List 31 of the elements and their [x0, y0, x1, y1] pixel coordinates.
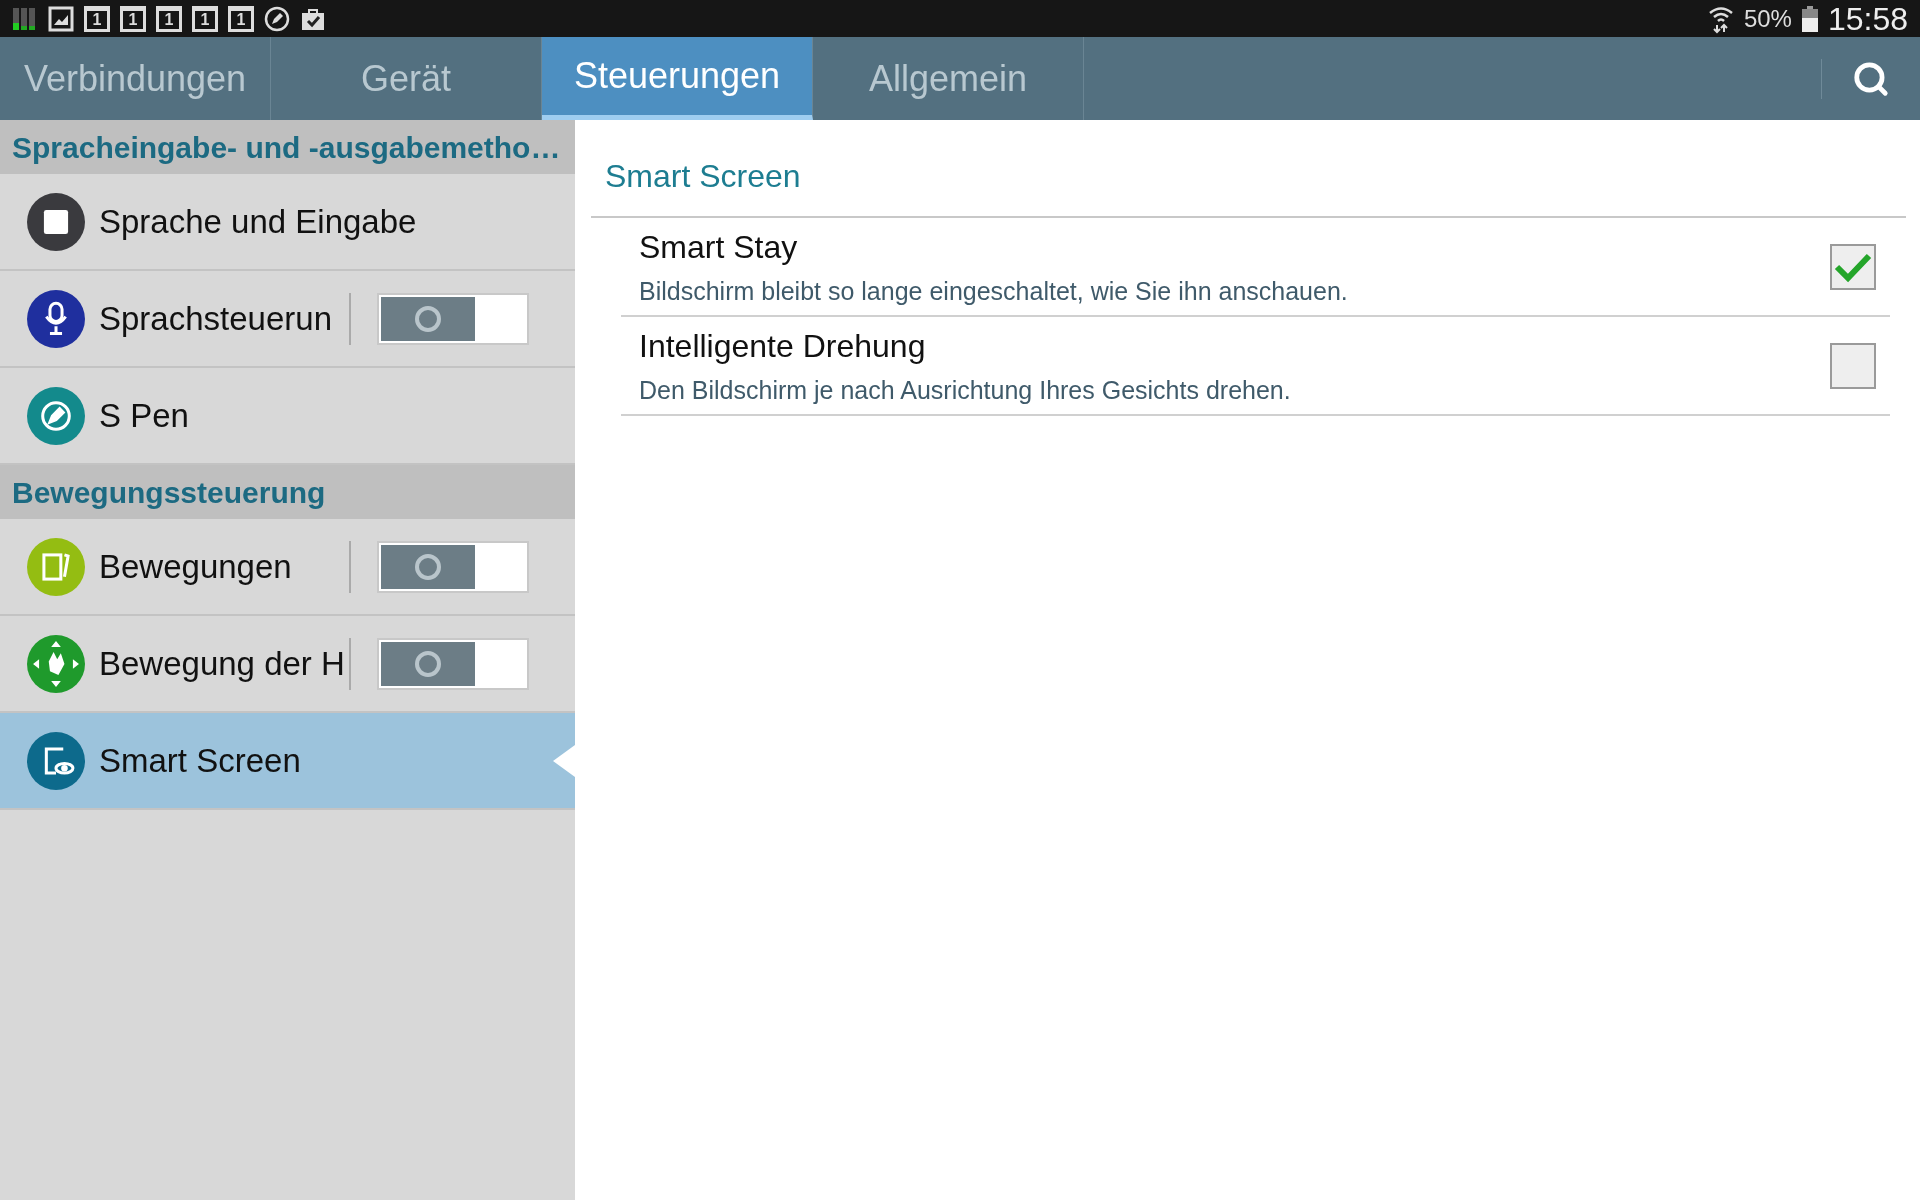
toggle-switch[interactable] [377, 637, 529, 690]
section-header: Bewegungssteuerung [0, 465, 575, 519]
calendar-icon: 1 [228, 5, 254, 32]
sidebar-item-label: Sprache und Eingabe [99, 201, 418, 242]
sidebar-item-label: Bewegungen [99, 546, 293, 587]
toggle-switch[interactable] [377, 540, 529, 593]
sidebar-item-label: Sprachsteuerun [99, 298, 333, 339]
picture-icon [48, 5, 74, 32]
checkbox[interactable] [1830, 243, 1876, 290]
section-header: Spracheingabe- und -ausgabemetho… [0, 120, 575, 174]
battery-icon [1801, 5, 1818, 32]
battery-percentage: 50% [1743, 3, 1792, 34]
sidebar-item-label: S Pen [99, 395, 190, 436]
option-title: Smart Stay [639, 227, 799, 267]
sidebar-item-label: Smart Screen [99, 740, 302, 781]
option-description: Bildschirm bleibt so lange eingeschaltet, wie Sie ihn anschauen. [639, 275, 1349, 307]
sidebar-item[interactable]: Smart Screen [0, 713, 575, 810]
option-title: Intelligente Drehung [639, 326, 927, 366]
search-icon [1852, 59, 1890, 98]
calendar-icon: 1 [120, 5, 146, 32]
calendar-icon: 1 [84, 5, 110, 32]
signal-bars-icon [12, 5, 38, 32]
section-title: Smart Screen [591, 120, 1906, 218]
checkbox[interactable] [1830, 342, 1876, 389]
clock-time: 15:58 [1827, 0, 1908, 39]
pen-circle-icon [264, 5, 290, 32]
calendar-icon: 1 [156, 5, 182, 32]
toggle-switch[interactable] [377, 292, 529, 345]
calendar-icon: 1 [192, 5, 218, 32]
option-description: Den Bildschirm je nach Ausrichtung Ihres Gesichts drehen. [639, 374, 1292, 406]
sidebar-item-label: Bewegung der H [99, 643, 346, 684]
